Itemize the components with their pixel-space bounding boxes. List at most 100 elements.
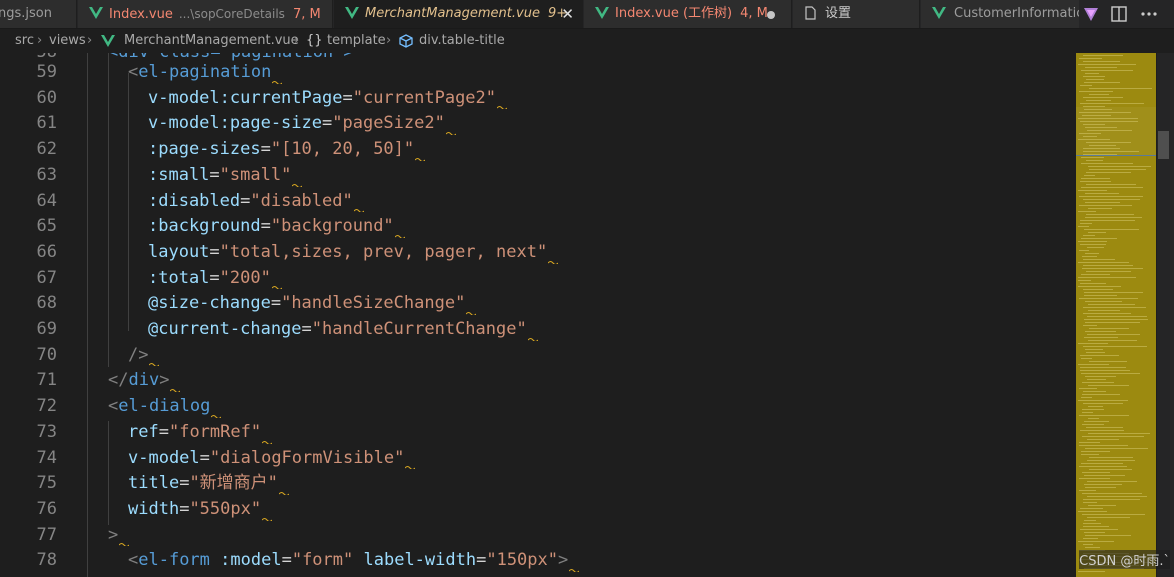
minimap-line	[1078, 211, 1096, 212]
minimap-line	[1080, 244, 1106, 245]
minimap-line	[1079, 445, 1128, 446]
minimap-line	[1084, 292, 1143, 293]
code-token: "pageSize2"	[332, 113, 445, 134]
code-token: "550px"	[189, 498, 262, 519]
minimap-line	[1085, 547, 1100, 548]
minimap-line	[1081, 463, 1123, 464]
copilot-icon[interactable]	[1081, 4, 1101, 24]
minimap-line	[1086, 79, 1104, 80]
scrollbar-thumb[interactable]	[1158, 131, 1169, 159]
minimap-line	[1083, 265, 1133, 266]
code-line: v-model:currentPage="currentPage2"	[148, 86, 496, 112]
code-token: =	[179, 498, 190, 519]
code-line: <el-pagination	[128, 60, 271, 86]
minimap-line	[1086, 142, 1131, 143]
minimap-line	[1080, 355, 1119, 356]
minimap-line	[1087, 334, 1140, 335]
code-token: />	[128, 344, 149, 365]
code-token: layout	[148, 241, 210, 262]
code-line: <el-dialog	[108, 394, 210, 420]
tab-status: 4, M	[740, 6, 768, 21]
minimap-line	[1083, 289, 1113, 290]
minimap-line	[1081, 373, 1140, 374]
code-line: :disabled="disabled"	[148, 189, 353, 215]
code-line: <el-form :model="form" label-width="150p…	[128, 548, 568, 574]
warning-squiggle	[292, 183, 302, 187]
warning-squiggle	[354, 208, 364, 213]
close-icon[interactable]: ✕	[561, 0, 574, 28]
breadcrumb-item-element[interactable]: div.table-title	[419, 29, 505, 53]
code-token: =	[209, 267, 220, 288]
code-token: title	[128, 473, 180, 494]
minimap-line	[1081, 274, 1110, 275]
tab-index-vue-sopcore[interactable]: Index.vue ...\sopCoreDetails 7, M	[78, 0, 333, 28]
minimap-line	[1085, 67, 1117, 68]
minimap-line	[1082, 409, 1104, 410]
minimap-line	[1088, 310, 1120, 311]
minimap-line	[1078, 226, 1089, 227]
code-token: =	[179, 473, 190, 494]
code-token: =	[199, 447, 210, 468]
line-number: 75	[36, 473, 57, 494]
split-editor-icon[interactable]	[1109, 4, 1129, 24]
code-token: v-model	[128, 447, 200, 468]
code-token: "150px"	[486, 550, 558, 571]
minimap-line	[1084, 229, 1139, 230]
editor-actions	[1079, 0, 1174, 28]
minimap-line	[1081, 163, 1133, 164]
vue-file-icon	[595, 7, 609, 19]
warning-squiggle	[548, 260, 558, 264]
minimap-line	[1084, 484, 1122, 485]
code-token: el-pagination	[138, 62, 272, 82]
minimap-line	[1084, 319, 1148, 320]
code-token: =	[158, 421, 169, 442]
minimap-line	[1079, 466, 1127, 467]
minimap-line	[1084, 532, 1105, 533]
tab-settings[interactable]: 设置	[793, 0, 920, 28]
tab-label: CustomerInformatic	[954, 6, 1081, 21]
breadcrumb-item-src[interactable]: src	[15, 29, 34, 53]
code-token: <	[128, 550, 139, 571]
warning-squiggle	[211, 414, 221, 418]
line-number: 68	[36, 293, 57, 314]
minimap[interactable]	[1076, 53, 1156, 577]
code-token: :disabled	[148, 190, 241, 211]
breadcrumb-item-file[interactable]: MerchantManagement.vue	[124, 29, 299, 53]
breadcrumb-item-views[interactable]: views	[49, 29, 86, 53]
code-token: =	[322, 113, 333, 134]
tab-settings-json[interactable]: ngs.json	[0, 0, 77, 28]
line-number: 70	[36, 344, 57, 365]
minimap-line	[1089, 94, 1109, 95]
chevron-right-icon: ›	[87, 33, 93, 48]
code-editor[interactable]: 58 <div class="pagination"> 59<el-pagina…	[0, 53, 1174, 577]
minimap-line	[1089, 457, 1133, 458]
more-actions-icon[interactable]	[1139, 4, 1159, 24]
chevron-right-icon: ›	[294, 33, 300, 48]
tab-merchant-management[interactable]: MerchantManagement.vue 9+ ✕	[334, 0, 583, 28]
tab-index-vue-worktree[interactable]: Index.vue (工作树) 4, M	[584, 0, 792, 28]
minimap-line	[1082, 382, 1114, 383]
code-token: :page-sizes	[148, 139, 261, 160]
code-line: >	[108, 523, 118, 549]
line-number: 63	[36, 164, 57, 185]
code-line: title="新增商户"	[128, 471, 278, 497]
minimap-line	[1085, 535, 1131, 536]
minimap-line	[1081, 397, 1092, 398]
minimap-line	[1088, 385, 1129, 386]
warning-squiggle	[395, 234, 405, 238]
minimap-line	[1088, 208, 1112, 209]
minimap-line	[1088, 340, 1137, 341]
minimap-line	[1083, 346, 1147, 347]
code-token: =	[281, 550, 292, 571]
minimap-line	[1089, 328, 1129, 329]
breadcrumb-item-template[interactable]: template	[327, 29, 386, 53]
minimap-line	[1083, 502, 1097, 503]
minimap-line	[1079, 58, 1102, 59]
tab-customer-information[interactable]: CustomerInformatic	[921, 0, 1081, 28]
tab-label: MerchantManagement.vue	[365, 6, 540, 21]
code-line: :total="200"	[148, 266, 271, 292]
minimap-line	[1083, 538, 1098, 539]
code-token: el-dialog	[118, 396, 211, 417]
minimap-line	[1089, 469, 1132, 470]
